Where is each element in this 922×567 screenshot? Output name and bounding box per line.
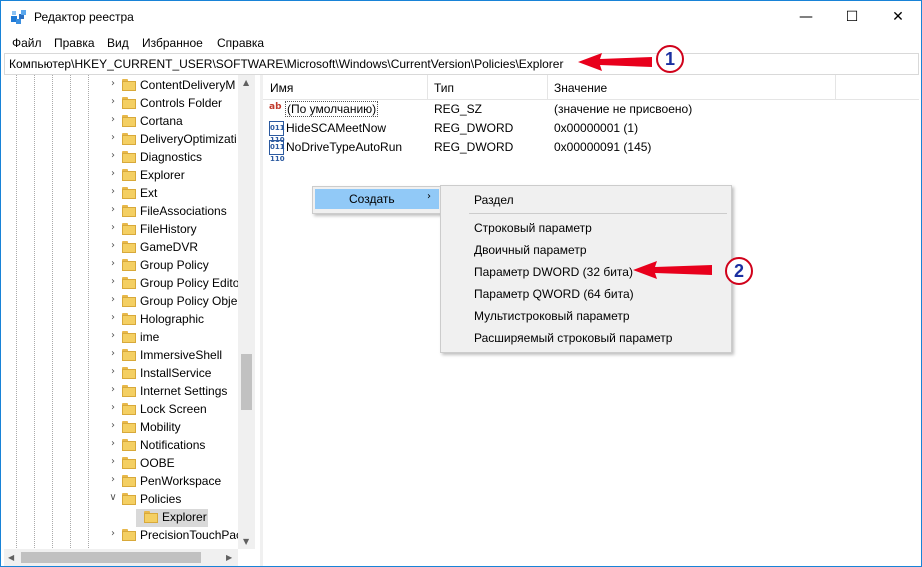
callout-1: 1 <box>656 45 684 73</box>
annotation-arrow-2 <box>633 261 712 279</box>
callout-2: 2 <box>725 257 753 285</box>
annotation-layer <box>578 53 712 279</box>
annotation-arrow-1 <box>578 53 652 71</box>
